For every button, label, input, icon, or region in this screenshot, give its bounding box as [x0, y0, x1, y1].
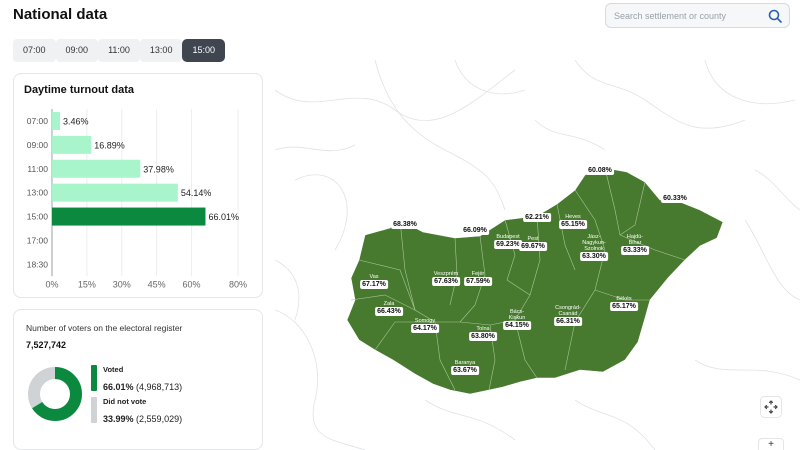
data-label: 66.01% [208, 212, 239, 222]
county-turnout[interactable]: 65.15% [559, 220, 587, 229]
tab-1500[interactable]: 15:00 [182, 39, 225, 62]
data-label: 3.46% [63, 116, 89, 126]
county-turnout[interactable]: 60.33% [661, 194, 689, 203]
legend-voted-pct: 66.01% [103, 382, 134, 392]
bar[interactable] [52, 135, 92, 154]
legend-not-voted-pct: 33.99% [103, 414, 134, 424]
legend-not-voted: Did not vote 33.99% (2,559,029) [91, 397, 182, 427]
county-name: Csongrád- Csanád [555, 305, 581, 317]
county-turnout[interactable]: 64.17% [411, 324, 439, 333]
search-box[interactable] [605, 3, 790, 28]
turnout-donut [28, 367, 82, 421]
data-label: 54.14% [181, 188, 212, 198]
county-turnout[interactable]: 60.08% [586, 166, 614, 175]
tab-1100[interactable]: 11:00 [98, 39, 140, 62]
county-turnout[interactable]: 67.17% [360, 280, 388, 289]
legend-voted: Voted 66.01% (4,968,713) [91, 365, 182, 395]
y-tick-label: 18:30 [27, 259, 49, 269]
county-name: Komárom- Esztergom [461, 214, 489, 226]
county-turnout[interactable]: 66.31% [554, 317, 582, 326]
county-name: Szabolcs- Szatmár- Bereg [662, 176, 688, 194]
x-tick-label: 80% [229, 279, 247, 289]
county-turnout[interactable]: 69.23% [494, 240, 522, 249]
county-turnout[interactable]: 62.21% [523, 213, 551, 222]
bar[interactable] [52, 183, 178, 202]
voters-card: Number of voters on the electoral regist… [13, 309, 263, 450]
county-turnout[interactable]: 63.30% [580, 252, 608, 261]
y-tick-label: 13:00 [27, 188, 49, 198]
county-name: Jász- Nagykun- Szolnok [582, 234, 606, 252]
legend-voted-swatch [91, 365, 97, 391]
county-turnout[interactable]: 64.15% [503, 321, 531, 330]
map-canvas[interactable] [275, 60, 800, 450]
y-tick-label: 17:00 [27, 235, 49, 245]
plus-icon: + [768, 439, 774, 450]
x-tick-label: 0% [45, 279, 58, 289]
bar[interactable] [52, 111, 61, 130]
legend-not-voted-count: (2,559,029) [136, 414, 183, 424]
x-tick-label: 30% [113, 279, 131, 289]
bar[interactable] [52, 159, 141, 178]
county-name: Hajdú- Bihar [626, 234, 644, 246]
map[interactable]: Borsod- Abaúj- Zemplén 60.08% Szabolcs- Sz… [275, 60, 800, 450]
county-turnout[interactable]: 65.17% [610, 302, 638, 311]
zoom-in-button[interactable]: + [758, 438, 784, 450]
county-name: Bács- Kiskun [508, 309, 526, 321]
county-turnout[interactable]: 63.33% [621, 246, 649, 255]
fullscreen-icon[interactable] [760, 396, 782, 418]
legend-voted-count: (4,968,713) [136, 382, 183, 392]
turnout-card: Daytime turnout data 0% 15% 30% 45% 60% 80% 07… [13, 73, 263, 298]
y-tick-label: 15:00 [27, 212, 49, 222]
data-label: 16.89% [94, 140, 125, 150]
search-icon[interactable] [768, 9, 782, 23]
county-name: Győr- Moson- Sopron [395, 202, 415, 220]
search-input[interactable] [606, 4, 756, 27]
page-title: National data [13, 6, 108, 23]
data-label: 37.98% [143, 164, 174, 174]
y-tick-label: 09:00 [27, 140, 49, 150]
bar[interactable] [52, 207, 206, 226]
y-tick-label: 11:00 [27, 164, 48, 174]
legend-not-voted-swatch [91, 397, 97, 423]
tab-0900[interactable]: 09:00 [55, 39, 99, 62]
county-turnout[interactable]: 63.67% [451, 366, 479, 375]
county-turnout[interactable]: 67.59% [464, 277, 492, 286]
y-tick-label: 07:00 [27, 116, 49, 126]
county-turnout[interactable]: 68.38% [391, 220, 419, 229]
tab-0700[interactable]: 07:00 [13, 39, 56, 62]
county-turnout[interactable]: 63.80% [469, 332, 497, 341]
page: National data 07:00 09:00 11:00 13:00 15… [0, 0, 800, 450]
county-name: Borsod- Abaúj- Zemplén [589, 148, 611, 166]
county-turnout[interactable]: 67.63% [432, 277, 460, 286]
time-tabs: 07:00 09:00 11:00 13:00 15:00 [13, 39, 225, 62]
turnout-chart: 0% 15% 30% 45% 60% 80% 07:00 3.46% 09:00 16.89% 11… [27, 109, 247, 289]
x-tick-label: 45% [148, 279, 166, 289]
x-tick-label: 60% [182, 279, 200, 289]
county-turnout[interactable]: 66.43% [375, 307, 403, 316]
tab-1300[interactable]: 13:00 [139, 39, 183, 62]
x-tick-label: 15% [78, 279, 96, 289]
county-turnout[interactable]: 69.67% [519, 242, 547, 251]
legend-voted-label: Voted [103, 365, 124, 374]
register-value: 7,527,742 [26, 340, 67, 350]
county-turnout[interactable]: 66.09% [461, 226, 489, 235]
register-label: Number of voters on the electoral regist… [26, 323, 183, 333]
legend-not-voted-label: Did not vote [103, 397, 147, 406]
